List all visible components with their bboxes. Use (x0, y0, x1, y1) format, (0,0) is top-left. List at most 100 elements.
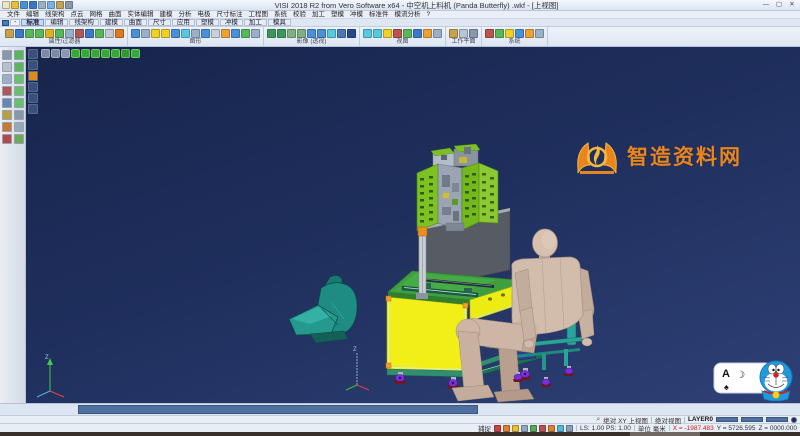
toolbar-icon[interactable] (15, 29, 24, 38)
minimize-button[interactable]: — (760, 1, 772, 10)
menu-item[interactable]: 线架构 (42, 11, 68, 19)
toolbar-icon[interactable] (131, 29, 140, 38)
palette-tool-icon[interactable] (2, 110, 12, 120)
layer-visibility-icon[interactable] (71, 49, 80, 58)
ribbon-tab[interactable]: 建模 (100, 19, 123, 26)
toolbar-icon[interactable] (373, 29, 382, 38)
status-tool-icon[interactable] (512, 425, 519, 432)
status-tool-icon[interactable] (530, 425, 537, 432)
toolbar-icon[interactable] (433, 29, 442, 38)
menu-item[interactable]: 塑模 (328, 11, 347, 19)
ribbon-tab[interactable]: 模具 (268, 19, 291, 26)
menu-item[interactable]: 网格 (87, 11, 106, 19)
quickaccess-icon[interactable] (56, 1, 64, 9)
layer-indicator[interactable]: LAYER0 (688, 416, 713, 423)
layer-visibility-icon[interactable] (131, 49, 140, 58)
palette-tool-icon[interactable] (14, 50, 24, 60)
menu-item[interactable]: 标准件 (366, 11, 392, 19)
toolbar-icon[interactable] (65, 29, 74, 38)
viewport-mode-icon[interactable] (28, 71, 38, 81)
toolbar-icon[interactable] (449, 29, 458, 38)
viewport-mode-icon[interactable] (28, 93, 38, 103)
toolbar-icon[interactable] (105, 29, 114, 38)
status-sphere-icon[interactable] (791, 417, 797, 423)
quickaccess-icon[interactable] (2, 1, 10, 9)
viewport-mode-icon[interactable] (28, 82, 38, 92)
toolbar-icon[interactable] (201, 29, 210, 38)
toolbar-icon[interactable] (317, 29, 326, 38)
palette-tool-icon[interactable] (2, 50, 12, 60)
menu-item[interactable]: 尺寸标注 (214, 11, 246, 19)
toolbar-icon[interactable] (423, 29, 432, 38)
ribbon-tab[interactable]: 塑模 (196, 19, 219, 26)
status-tool-icon[interactable] (539, 425, 546, 432)
menu-item[interactable]: 校验 (290, 11, 309, 19)
toolbar-icon[interactable] (535, 29, 544, 38)
toolbar-icon[interactable] (95, 29, 104, 38)
toolbar-icon[interactable] (161, 29, 170, 38)
toolbar-icon[interactable] (413, 29, 422, 38)
layer-visibility-icon[interactable] (121, 49, 130, 58)
toolbar-icon[interactable] (337, 29, 346, 38)
toolbar-icon[interactable] (403, 29, 412, 38)
viewport-mode-icon[interactable] (28, 49, 38, 59)
quickaccess-icon[interactable] (20, 1, 28, 9)
ribbon-tab[interactable]: 曲面 (124, 19, 147, 26)
palette-tool-icon[interactable] (2, 62, 12, 72)
toolbar-icon[interactable] (267, 29, 276, 38)
scene-3d[interactable]: Z Z (26, 47, 800, 403)
menu-item[interactable]: 编辑 (23, 11, 42, 19)
layer-visibility-icon[interactable] (51, 49, 60, 58)
toolbar-icon[interactable] (181, 29, 190, 38)
toolbar-icon[interactable] (115, 29, 124, 38)
palette-tool-icon[interactable] (14, 134, 24, 144)
zoom-search-icon[interactable]: ⌕ (596, 417, 600, 423)
palette-tool-icon[interactable] (14, 62, 24, 72)
status-tool-icon[interactable] (494, 425, 501, 432)
fixture-tower-model[interactable] (417, 144, 498, 231)
status-tool-icon[interactable] (557, 425, 564, 432)
menu-item[interactable]: 分析 (176, 11, 195, 19)
palette-tool-icon[interactable] (2, 98, 12, 108)
menu-item[interactable]: 加工 (309, 11, 328, 19)
toolbar-icon[interactable] (469, 29, 478, 38)
toolbar-icon[interactable] (287, 29, 296, 38)
quickaccess-icon[interactable] (38, 1, 46, 9)
toolbar-icon[interactable] (347, 29, 356, 38)
ribbon-tab[interactable]: 冲模 (220, 19, 243, 26)
toolbar-icon[interactable] (485, 29, 494, 38)
menu-item[interactable]: 冲模 (347, 11, 366, 19)
status-tool-icon[interactable] (566, 425, 573, 432)
toolbar-icon[interactable] (191, 29, 200, 38)
toolbar-icon[interactable] (277, 29, 286, 38)
toolbar-icon[interactable] (383, 29, 392, 38)
toolbar-icon[interactable] (35, 29, 44, 38)
toolbar-icon[interactable] (231, 29, 240, 38)
toolbar-icon[interactable] (393, 29, 402, 38)
toolbar-icon[interactable] (45, 29, 54, 38)
menu-item[interactable]: ? (424, 11, 434, 19)
ribbon-tab[interactable]: 加工 (244, 19, 267, 26)
palette-tool-icon[interactable] (2, 74, 12, 84)
maximize-button[interactable]: ▢ (773, 1, 785, 10)
ribbon-tab[interactable]: 应用 (172, 19, 195, 26)
palette-tool-icon[interactable] (14, 122, 24, 132)
toolbar-icon[interactable] (525, 29, 534, 38)
toolbar-icon[interactable] (459, 29, 468, 38)
palette-tool-icon[interactable] (14, 98, 24, 108)
toolbar-icon[interactable] (327, 29, 336, 38)
toolbar-icon[interactable] (495, 29, 504, 38)
ribbon-tab[interactable]: 标准 (21, 19, 44, 26)
toolbar-icon[interactable] (141, 29, 150, 38)
menu-item[interactable]: 建模 (157, 11, 176, 19)
toolbar-overflow-button[interactable]: - (10, 19, 20, 26)
quickaccess-icon[interactable] (65, 1, 73, 9)
toolbar-icon[interactable] (25, 29, 34, 38)
quickaccess-icon[interactable] (29, 1, 37, 9)
palette-tool-icon[interactable] (14, 86, 24, 96)
menu-item[interactable]: 文件 (4, 11, 23, 19)
layer-visibility-icon[interactable] (41, 49, 50, 58)
palette-tool-icon[interactable] (14, 110, 24, 120)
toolbar-icon[interactable] (241, 29, 250, 38)
menu-item[interactable]: 系统 (271, 11, 290, 19)
